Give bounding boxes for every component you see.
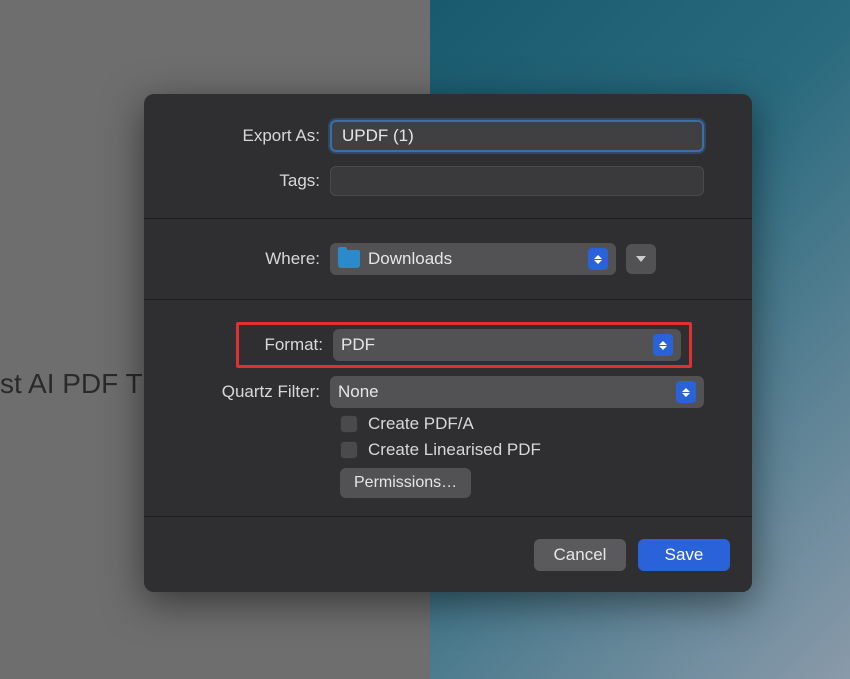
tags-input[interactable] [330,166,704,196]
where-value: Downloads [368,249,588,269]
section-where: Where: Downloads [144,219,752,300]
background-text: st AI PDF T [0,368,143,400]
updown-icon [588,248,608,270]
create-linearised-checkbox[interactable] [340,441,358,459]
dialog-footer: Cancel Save [144,517,752,592]
section-format: Format: PDF Quartz Filter: None Cre [144,300,752,517]
quartz-filter-label: Quartz Filter: [144,382,330,402]
where-label: Where: [144,249,330,269]
cancel-button[interactable]: Cancel [534,539,626,571]
quartz-filter-value: None [338,382,676,402]
save-button[interactable]: Save [638,539,730,571]
permissions-button[interactable]: Permissions… [340,468,471,498]
format-highlight: Format: PDF [236,322,692,368]
format-label: Format: [247,335,333,355]
export-dialog: Export As: Tags: Where: Downloads [144,94,752,592]
quartz-filter-popup[interactable]: None [330,376,704,408]
updown-icon [653,334,673,356]
tags-label: Tags: [144,171,330,191]
section-name-tags: Export As: Tags: [144,94,752,219]
create-linearised-label: Create Linearised PDF [368,440,541,460]
format-value: PDF [341,335,653,355]
chevron-down-icon [636,256,646,262]
where-popup[interactable]: Downloads [330,243,616,275]
format-popup[interactable]: PDF [333,329,681,361]
export-as-input[interactable] [330,120,704,152]
create-pdfa-checkbox[interactable] [340,415,358,433]
folder-icon [338,250,360,268]
create-pdfa-label: Create PDF/A [368,414,474,434]
export-as-label: Export As: [144,126,330,146]
updown-icon [676,381,696,403]
expand-button[interactable] [626,244,656,274]
